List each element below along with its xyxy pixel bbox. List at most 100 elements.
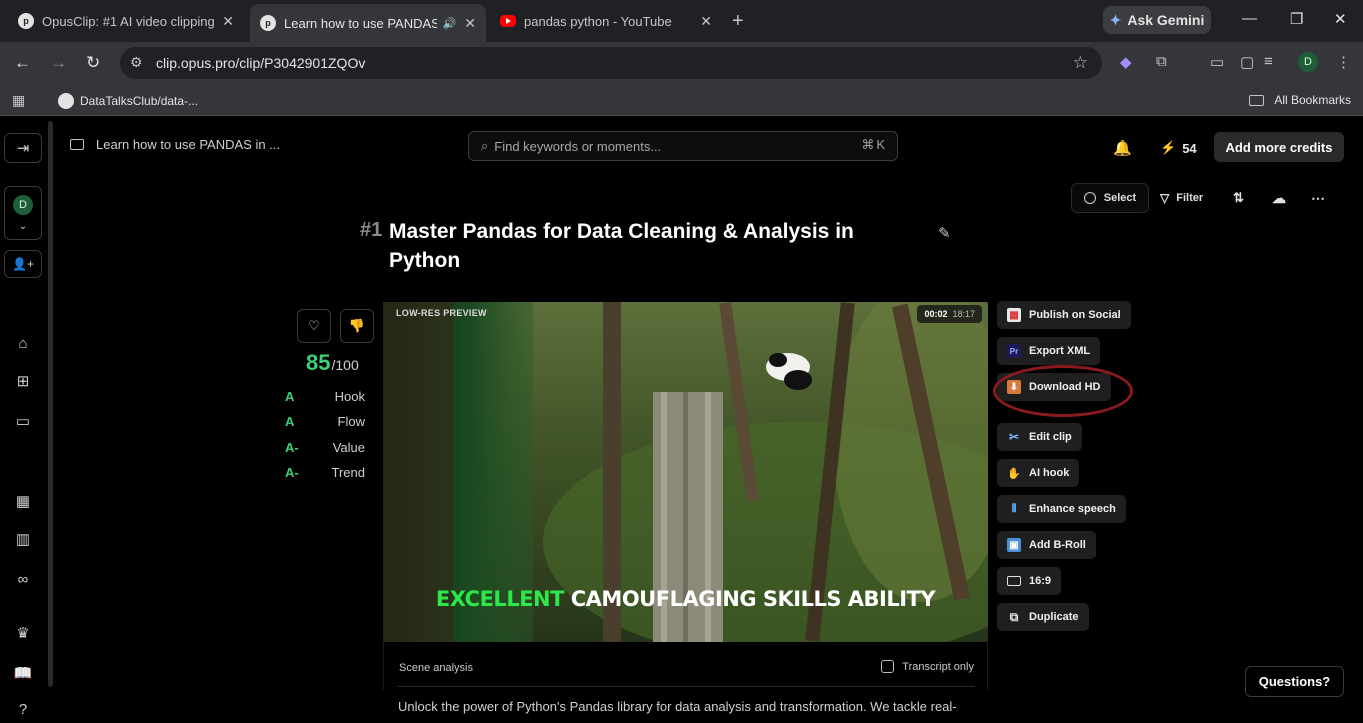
screenshot-icon[interactable]: ▢ — [1240, 53, 1254, 71]
filter-button[interactable]: ▽ Filter — [1160, 183, 1203, 213]
analytics-icon[interactable]: ▥ — [4, 527, 42, 551]
questions-button[interactable]: Questions? — [1245, 666, 1344, 697]
youtube-favicon-icon — [500, 15, 516, 27]
grade-value: A — [285, 414, 295, 429]
calendar-icon: ▦ — [1007, 308, 1021, 322]
close-tab-icon[interactable]: ✕ — [464, 15, 476, 32]
opusclip-favicon-icon: p — [260, 15, 276, 31]
ai-hook-button[interactable]: ✋ AI hook — [997, 459, 1080, 487]
crown-icon[interactable]: ♛ — [4, 621, 42, 645]
ask-gemini-button[interactable]: ✦ Ask Gemini — [1103, 6, 1211, 34]
score-value: 85 — [306, 350, 331, 375]
grade-row-flow: A Flow — [285, 414, 365, 430]
url-field[interactable]: ⚙ clip.opus.pro/clip/P3042901ZQOv ☆ — [120, 47, 1102, 79]
caption-highlight: EXCELLENT — [435, 587, 565, 611]
select-button[interactable]: Select — [1071, 183, 1149, 213]
new-tab-icon[interactable]: + — [732, 10, 744, 33]
reload-icon[interactable]: ↻ — [86, 53, 100, 73]
edit-title-pencil-icon[interactable]: ✎ — [938, 224, 951, 242]
invite-member-icon[interactable]: 👤+ — [4, 250, 42, 278]
action-label: Enhance speech — [1029, 503, 1116, 515]
select-label: Select — [1103, 192, 1137, 204]
all-bookmarks-button[interactable]: All Bookmarks — [1249, 93, 1351, 107]
extension-icon[interactable]: ◆ — [1120, 53, 1132, 71]
folder-icon[interactable]: ▭ — [4, 409, 42, 433]
opusclip-app: ⇥ D ⌄ 👤+ ⌂ ⊞ ▭ ▦ ▥ ∞ ♛ 📖 ? Learn how to … — [0, 121, 1363, 723]
extensions-puzzle-icon[interactable]: ⧉ — [1156, 53, 1167, 70]
action-label: Duplicate — [1029, 611, 1079, 623]
ask-gemini-label: Ask Gemini — [1127, 12, 1205, 28]
minimize-icon[interactable]: — — [1242, 10, 1257, 27]
sort-icon[interactable]: ⇅ — [1233, 183, 1244, 213]
divider — [398, 686, 975, 687]
caption-text: CAMOUFLAGING SKILLS ABILITY — [570, 587, 936, 611]
tab-title: OpusClip: #1 AI video clipping a — [42, 13, 215, 29]
cast-icon[interactable]: ▭ — [1210, 53, 1224, 71]
apps-grid-icon[interactable]: ▦ — [12, 92, 25, 109]
grade-row-hook: A Hook — [285, 389, 365, 405]
sidebar-scrollbar[interactable] — [48, 121, 53, 687]
back-icon[interactable]: ← — [14, 53, 31, 73]
tab-opusclip[interactable]: p OpusClip: #1 AI video clipping a ✕ — [8, 6, 244, 36]
add-b-roll-button[interactable]: ▣ Add B-Roll — [997, 531, 1096, 559]
bookmark-label: DataTalksClub/data-... — [80, 94, 199, 108]
export-xml-button[interactable]: Pr Export XML — [997, 337, 1101, 365]
like-heart-icon[interactable]: ♡ — [297, 309, 331, 343]
grade-label: Trend — [331, 465, 365, 480]
book-icon[interactable]: 📖 — [4, 661, 42, 685]
link-icon[interactable]: ∞ — [4, 567, 42, 591]
source-video-title[interactable]: Learn how to use PANDAS in ... — [70, 137, 280, 152]
close-window-icon[interactable]: ✕ — [1334, 10, 1347, 28]
video-player[interactable]: LOW-RES PREVIEW 00:02 18:17 EXCELLENT CA… — [383, 302, 988, 642]
enhance-speech-button[interactable]: ⦀ Enhance speech — [997, 495, 1126, 523]
source-video-label: Learn how to use PANDAS in ... — [96, 137, 281, 152]
hand-icon: ✋ — [1007, 467, 1021, 480]
help-icon[interactable]: ? — [4, 699, 42, 719]
dislike-thumb-icon[interactable]: 👎 — [340, 309, 374, 343]
add-credits-button[interactable]: Add more credits — [1214, 132, 1344, 162]
grade-row-trend: A- Trend — [285, 465, 365, 481]
tab-title: Learn how to use PANDAS i — [284, 15, 437, 31]
lightning-icon: ⚡ — [1160, 140, 1177, 155]
upload-icon[interactable]: ☁ — [1272, 183, 1286, 213]
folder-icon — [1249, 94, 1265, 106]
search-input[interactable]: ⌕ Find keywords or moments... ⌘K — [468, 131, 898, 161]
expand-sidebar-icon[interactable]: ⇥ — [4, 133, 42, 163]
action-label: AI hook — [1029, 467, 1070, 479]
bookmarks-bar: ▦ DataTalksClub/data-... All Bookmarks — [0, 84, 1363, 116]
close-tab-icon[interactable]: ✕ — [700, 13, 712, 30]
maximize-icon[interactable]: ❐ — [1290, 10, 1303, 28]
grade-value: A- — [285, 440, 299, 455]
tab-learn-pandas[interactable]: p Learn how to use PANDAS i 🔊 ✕ — [250, 4, 486, 42]
grade-value: A — [285, 389, 295, 404]
home-icon[interactable]: ⌂ — [4, 331, 42, 355]
speaker-icon[interactable]: 🔊 — [443, 17, 457, 30]
site-info-icon[interactable]: ⚙ — [130, 54, 143, 71]
tab-youtube[interactable]: pandas python - YouTube ✕ — [490, 6, 722, 36]
aspect-ratio-icon — [1007, 576, 1021, 586]
clip-title: Master Pandas for Data Cleaning & Analys… — [389, 220, 854, 272]
aspect-ratio-button[interactable]: 16:9 — [997, 567, 1062, 595]
forward-icon[interactable]: → — [50, 53, 67, 73]
transcript-only-checkbox[interactable]: Transcript only — [881, 660, 974, 673]
credits-counter[interactable]: ⚡ 54 — [1160, 140, 1197, 156]
checkbox-box[interactable] — [881, 660, 895, 673]
duplicate-button[interactable]: ⧉ Duplicate — [997, 603, 1089, 631]
bookmark-star-icon[interactable]: ☆ — [1073, 53, 1088, 73]
publish-on-social-button[interactable]: ▦ Publish on Social — [997, 301, 1131, 329]
current-time: 00:02 — [924, 309, 948, 319]
more-options-icon[interactable]: ⋯ — [1311, 183, 1325, 213]
workspace-switcher[interactable]: D ⌄ — [4, 186, 42, 240]
notification-bell-icon[interactable]: 🔔 — [1113, 139, 1132, 157]
edit-clip-button[interactable]: ✂ Edit clip — [997, 423, 1082, 451]
tab-title: pandas python - YouTube — [524, 13, 672, 29]
apps-plus-icon[interactable]: ⊞ — [4, 369, 42, 393]
menu-kebab-icon[interactable]: ⋮ — [1336, 53, 1351, 71]
calendar-icon[interactable]: ▦ — [4, 489, 42, 513]
bookmark-datatalksclub[interactable]: DataTalksClub/data-... — [58, 93, 198, 109]
media-controls-icon[interactable]: ≡ — [1264, 53, 1273, 70]
close-tab-icon[interactable]: ✕ — [222, 13, 234, 30]
profile-avatar[interactable]: D — [1298, 52, 1318, 72]
filter-icon: ▽ — [1160, 191, 1170, 205]
annotation-circle — [993, 365, 1133, 417]
